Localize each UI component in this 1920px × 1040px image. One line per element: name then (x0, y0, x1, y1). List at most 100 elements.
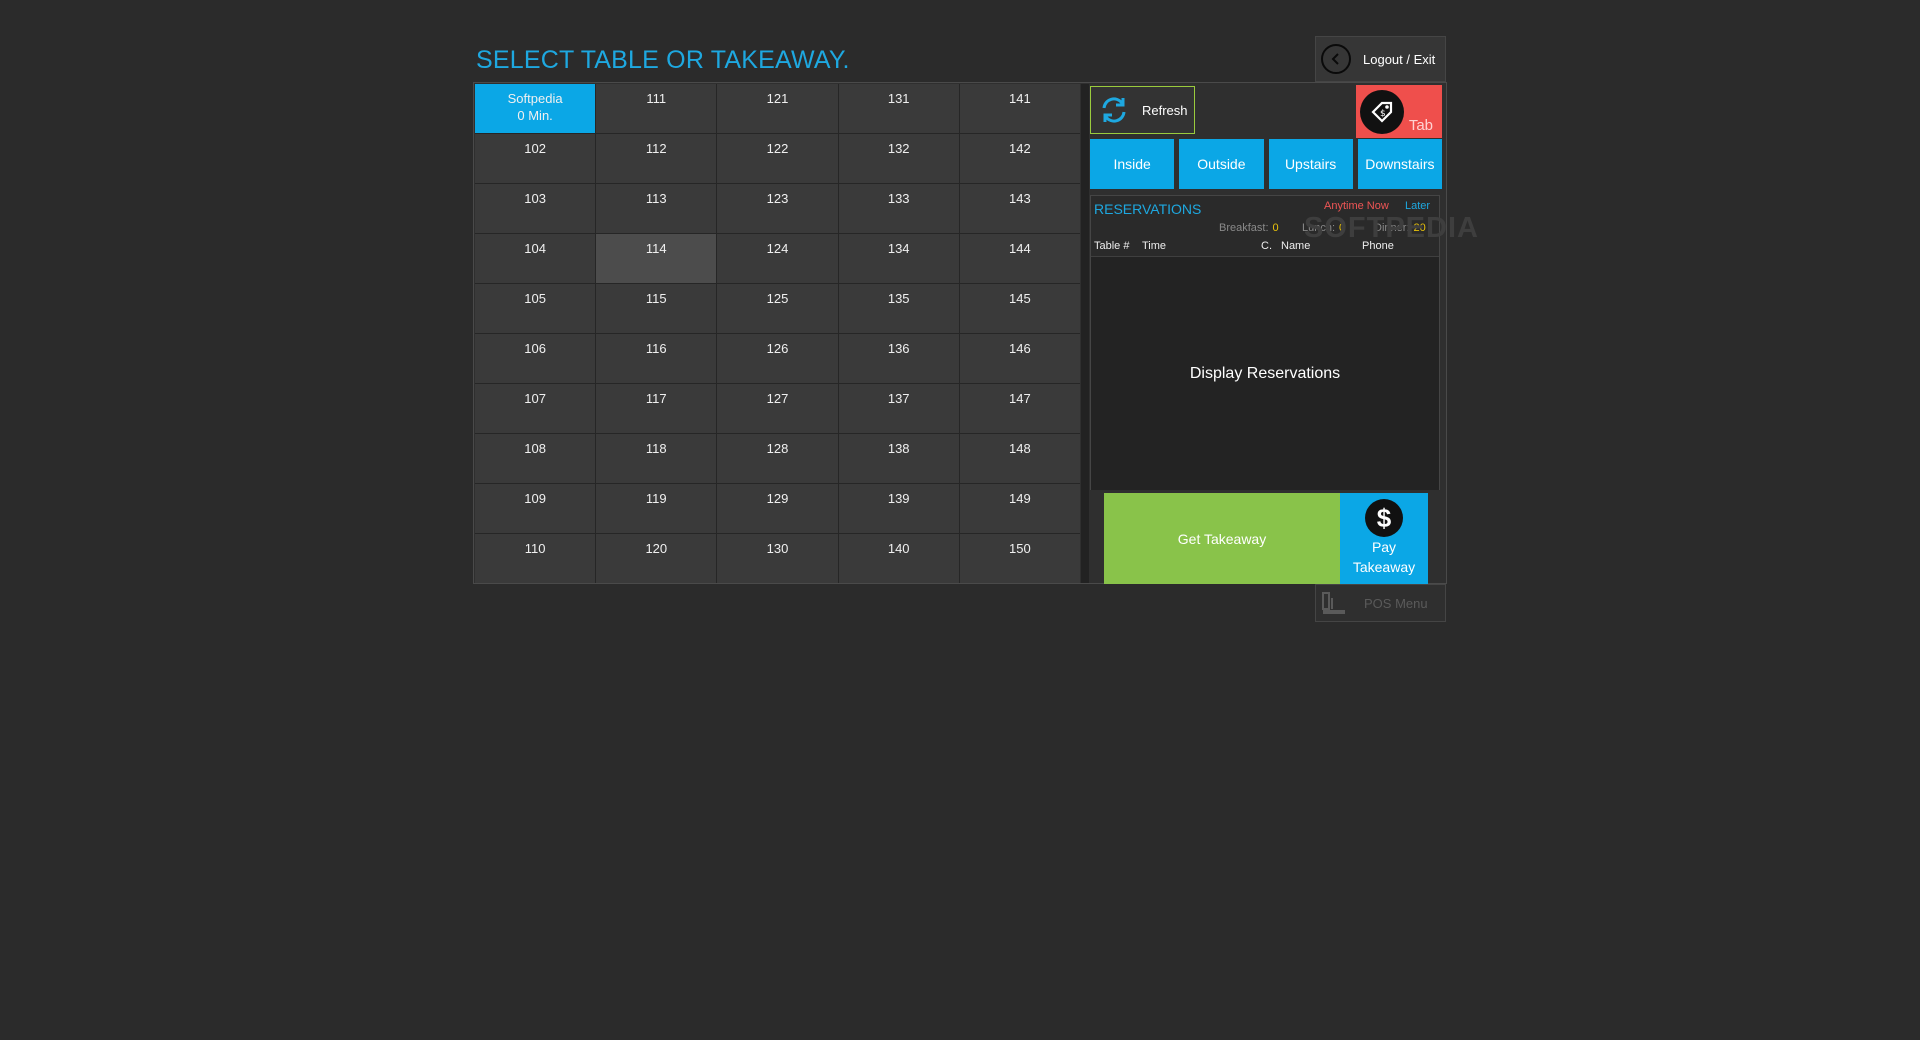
get-takeaway-label: Get Takeaway (1177, 530, 1267, 547)
table-cell-label: 145 (1009, 291, 1031, 306)
dollar-icon: $ (1365, 499, 1403, 537)
table-cell-label: 110 (524, 541, 546, 556)
table-cell[interactable]: 122 (717, 134, 838, 183)
breakfast-value: 0 (1272, 222, 1279, 234)
table-cell-label: 102 (524, 141, 546, 156)
table-cell[interactable]: 136 (838, 334, 959, 383)
table-cell-label: 138 (887, 441, 910, 456)
table-cell[interactable]: 114 (596, 234, 717, 283)
table-cell[interactable]: 135 (838, 284, 959, 333)
table-cell[interactable]: 104 (475, 234, 596, 283)
table-cell[interactable]: 131 (838, 84, 959, 133)
table-cell[interactable]: 133 (838, 184, 959, 233)
table-cell[interactable]: 129 (717, 484, 838, 533)
page-title: SELECT TABLE OR TAKEAWAY. (476, 46, 850, 74)
table-cell[interactable]: 102 (475, 134, 596, 183)
filter-later[interactable]: Later (1405, 200, 1430, 212)
table-cell-label: 129 (766, 491, 789, 506)
table-grid: Softpedia 0 Min. 111 121 131 141 102 112 122 132 1… (475, 84, 1080, 583)
panel-divider (1081, 84, 1089, 583)
table-cell[interactable]: 144 (959, 234, 1080, 283)
table-cell[interactable]: 134 (838, 234, 959, 283)
table-cell[interactable]: 130 (717, 534, 838, 583)
table-cell[interactable]: 116 (596, 334, 717, 383)
zone-downstairs-button[interactable]: Downstairs (1357, 139, 1442, 189)
table-cell[interactable]: 108 (475, 434, 596, 483)
pos-menu-label: POS Menu (1364, 595, 1428, 611)
table-cell[interactable]: 113 (596, 184, 717, 233)
table-cell[interactable]: 147 (959, 384, 1080, 433)
table-cell-label: 106 (524, 341, 546, 356)
refresh-label: Refresh (1142, 102, 1188, 118)
table-cell[interactable]: 119 (596, 484, 717, 533)
table-cell[interactable]: 141 (959, 84, 1080, 133)
table-cell[interactable]: 128 (717, 434, 838, 483)
table-cell[interactable]: 124 (717, 234, 838, 283)
svg-text:$: $ (1380, 109, 1386, 119)
table-cell[interactable]: 142 (959, 134, 1080, 183)
zone-upstairs-button[interactable]: Upstairs (1268, 139, 1353, 189)
table-cell-label: 141 (1009, 91, 1031, 106)
table-cell[interactable]: 132 (838, 134, 959, 183)
table-cell[interactable]: 120 (596, 534, 717, 583)
filter-anytime-now[interactable]: Anytime Now (1324, 200, 1389, 212)
pos-menu-button[interactable]: POS Menu (1315, 584, 1446, 622)
table-cell[interactable]: 123 (717, 184, 838, 233)
table-cell[interactable]: 140 (838, 534, 959, 583)
table-cell-label: 149 (1009, 491, 1031, 506)
table-cell[interactable]: 145 (959, 284, 1080, 333)
table-cell-label: 126 (766, 341, 789, 356)
table-cell-label: 150 (1009, 541, 1031, 556)
table-cell[interactable]: 146 (959, 334, 1080, 383)
table-cell[interactable]: 125 (717, 284, 838, 333)
table-cell-timer: 0 Min. (517, 108, 553, 123)
reservations-list[interactable]: Display Reservations (1091, 257, 1439, 490)
logout-exit-button[interactable]: Logout / Exit (1315, 36, 1446, 82)
table-cell[interactable]: 126 (717, 334, 838, 383)
table-cell[interactable]: 109 (475, 484, 596, 533)
table-cell-label: 105 (524, 291, 546, 306)
col-covers: C. (1261, 240, 1272, 252)
table-cell[interactable]: 143 (959, 184, 1080, 233)
get-takeaway-button[interactable]: Get Takeaway (1104, 493, 1340, 584)
table-cell[interactable]: 103 (475, 184, 596, 233)
table-cell[interactable]: 148 (959, 434, 1080, 483)
pos-terminal-icon (1322, 592, 1345, 614)
table-cell-label: 114 (645, 241, 667, 256)
tab-button[interactable]: $ Tab (1356, 85, 1442, 138)
table-cell[interactable]: 106 (475, 334, 596, 383)
refresh-button[interactable]: Refresh (1090, 86, 1195, 134)
table-cell[interactable]: 127 (717, 384, 838, 433)
table-cell-label: 130 (766, 541, 789, 556)
back-arrow-icon (1321, 44, 1351, 74)
table-cell[interactable]: 105 (475, 284, 596, 333)
table-cell[interactable]: 150 (959, 534, 1080, 583)
table-cell[interactable]: 115 (596, 284, 717, 333)
table-cell[interactable]: 107 (475, 384, 596, 433)
zone-buttons: Inside Outside Upstairs Downstairs (1090, 139, 1442, 189)
table-cell-label: 133 (887, 191, 910, 206)
zone-inside-button[interactable]: Inside (1090, 139, 1175, 189)
table-cell[interactable]: 110 (475, 534, 596, 583)
table-cell-label: 125 (766, 291, 789, 306)
table-cell[interactable]: 118 (596, 434, 717, 483)
table-cell-label: 116 (645, 341, 667, 356)
table-cell-label: 122 (766, 141, 789, 156)
table-cell[interactable]: 117 (596, 384, 717, 433)
pay-takeaway-button[interactable]: $ Pay Takeaway (1340, 493, 1428, 584)
table-cell-label: 137 (887, 391, 910, 406)
table-cell[interactable]: 139 (838, 484, 959, 533)
zone-outside-button[interactable]: Outside (1179, 139, 1264, 189)
table-cell-label: 107 (524, 391, 546, 406)
table-cell[interactable]: 137 (838, 384, 959, 433)
table-cell-label: 117 (645, 391, 667, 406)
table-cell[interactable]: Softpedia 0 Min. (475, 84, 596, 133)
table-cell[interactable]: 149 (959, 484, 1080, 533)
reservations-empty-text: Display Reservations (1189, 364, 1341, 382)
table-cell[interactable]: 111 (596, 84, 717, 133)
table-cell[interactable]: 138 (838, 434, 959, 483)
table-cell-label: 115 (645, 291, 667, 306)
table-cell[interactable]: 112 (596, 134, 717, 183)
table-cell-label: 123 (766, 191, 789, 206)
table-cell[interactable]: 121 (717, 84, 838, 133)
